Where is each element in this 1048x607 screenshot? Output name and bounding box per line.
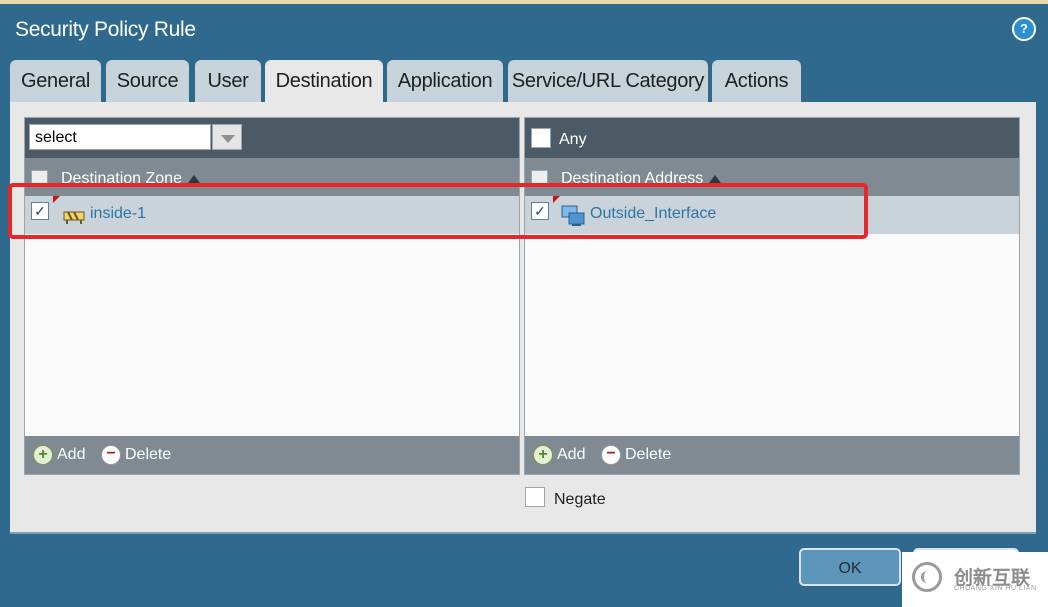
destination-panel: select Destination Zone ✓ inside-1 +Add [10, 102, 1036, 534]
tab-general[interactable]: General [10, 60, 101, 102]
sort-ascending-icon [187, 174, 200, 183]
top-strip [0, 0, 1048, 4]
chevron-down-icon[interactable] [212, 124, 242, 150]
address-toolbar: Any [525, 118, 1019, 158]
minus-icon: − [101, 445, 121, 465]
zone-toolbar: select [25, 118, 519, 158]
destination-zone-panel: select Destination Zone ✓ inside-1 +Add [24, 117, 520, 475]
plus-icon: + [33, 445, 53, 465]
delete-label: Delete [125, 446, 172, 464]
sort-ascending-icon [709, 174, 722, 183]
tab-source[interactable]: Source [106, 60, 189, 102]
dialog-title: Security Policy Rule [15, 18, 196, 41]
help-icon[interactable]: ? [1012, 17, 1036, 41]
negate-checkbox[interactable] [525, 487, 545, 507]
negate-label: Negate [554, 491, 606, 508]
watermark-subtext: CHUANG XIN HU LIAN [954, 585, 1037, 592]
any-label: Any [559, 131, 587, 148]
tab-application[interactable]: Application [387, 60, 503, 102]
destination-address-panel: Any Destination Address ✓ Outside_Interf… [524, 117, 1020, 475]
add-label: Add [57, 446, 86, 464]
watermark-logo-icon [912, 562, 942, 592]
ok-button[interactable]: OK [799, 548, 901, 586]
add-address-button[interactable]: + Add [533, 445, 585, 465]
tab-service-url-category[interactable]: Service/URL Category [508, 60, 708, 102]
minus-icon: − [601, 445, 621, 465]
delete-label: Delete [625, 446, 672, 464]
delete-address-button[interactable]: − Delete [601, 445, 671, 465]
add-label: Add [557, 446, 586, 464]
tab-user[interactable]: User [195, 60, 261, 102]
tab-destination[interactable]: Destination [265, 60, 383, 104]
zone-footer: + Add − Delete [25, 436, 519, 474]
tab-actions[interactable]: Actions [712, 60, 801, 102]
any-checkbox[interactable] [531, 128, 551, 148]
highlight-annotation [8, 183, 868, 239]
address-footer: + Add − Delete [525, 436, 1019, 474]
watermark: 创新互联 CHUANG XIN HU LIAN [902, 552, 1048, 607]
plus-icon: + [533, 445, 553, 465]
delete-zone-button[interactable]: − Delete [101, 445, 171, 465]
add-zone-button[interactable]: + Add [33, 445, 85, 465]
zone-select[interactable]: select [29, 124, 211, 150]
